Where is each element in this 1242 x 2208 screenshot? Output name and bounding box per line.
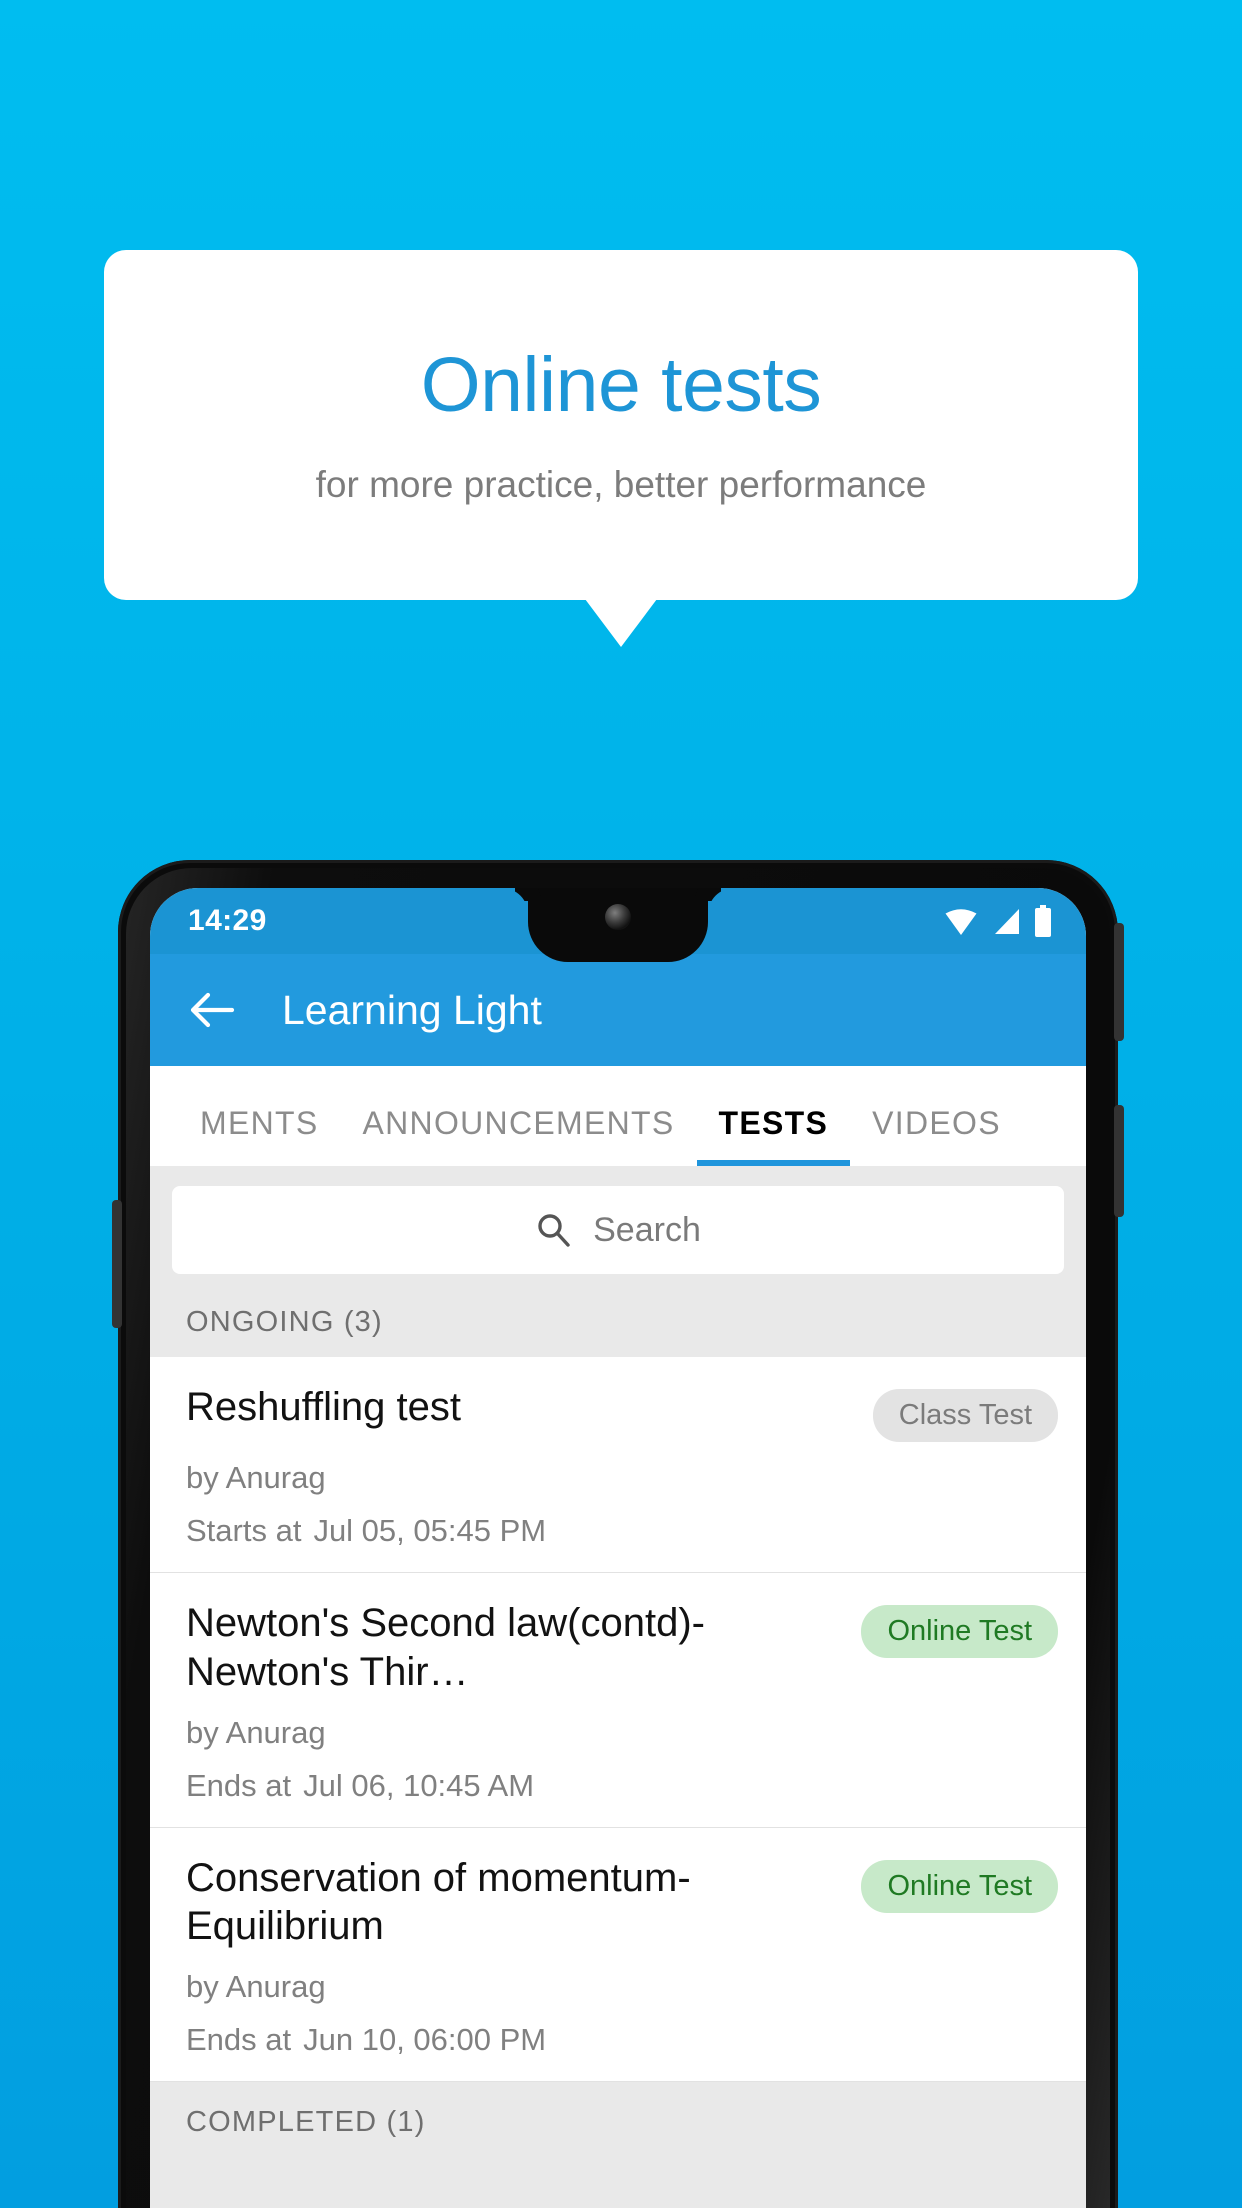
- battery-icon: [1035, 905, 1051, 937]
- tests-content: Search ONGOING (3) Reshuffling test Clas…: [150, 1166, 1086, 2208]
- front-camera-icon: [605, 904, 631, 930]
- test-author: by Anurag: [186, 1460, 326, 1495]
- search-icon: [538, 1214, 570, 1247]
- search-input[interactable]: Search: [172, 1186, 1064, 1274]
- phone-mockup: 14:29 Learning Light MENTS ANNOUNCEMENTS…: [112, 860, 1124, 2208]
- test-list-item[interactable]: Reshuffling test Class Test by Anurag St…: [150, 1357, 1086, 1573]
- wifi-icon: [945, 909, 977, 935]
- status-badge: Class Test: [872, 1389, 1058, 1442]
- promo-callout-card: Online tests for more practice, better p…: [104, 250, 1138, 600]
- promo-title: Online tests: [420, 342, 822, 428]
- status-bar: 14:29: [150, 888, 1086, 962]
- promo-screenshot-root: Online tests for more practice, better p…: [0, 0, 1242, 2208]
- test-time: Ends at Jul 06, 10:45 AM: [186, 1770, 1058, 1801]
- tab-tests[interactable]: TESTS: [696, 1105, 851, 1166]
- test-title: Conservation of momentum-Equilibrium: [186, 1855, 691, 1949]
- callout-tail: [585, 599, 657, 647]
- power-button[interactable]: [1114, 1105, 1124, 1217]
- promo-subtitle: for more practice, better performance: [315, 464, 927, 505]
- test-time-value: Jul 06, 10:45 AM: [303, 1767, 535, 1803]
- test-time-value: Jun 10, 06:00 PM: [303, 2022, 547, 2058]
- test-time: Starts at Jul 05, 05:45 PM: [186, 1515, 1058, 1546]
- test-row: Newton's Second law(contd)-Newton's Thir…: [186, 1599, 1058, 1697]
- search-area: Search: [150, 1166, 1086, 1296]
- signal-icon: [995, 909, 1019, 934]
- test-author: by Anurag: [186, 1969, 326, 2005]
- tab-announcements[interactable]: ANNOUNCEMENTS: [341, 1105, 697, 1166]
- test-title: Newton's Second law(contd)-Newton's Thir…: [186, 1601, 705, 1694]
- page-title: Learning Light: [282, 986, 542, 1033]
- status-time: 14:29: [188, 904, 267, 937]
- test-time-value: Jul 05, 05:45 PM: [313, 1513, 547, 1548]
- assistant-button[interactable]: [112, 1200, 122, 1328]
- test-row: Conservation of momentum-Equilibrium Onl…: [186, 1854, 1058, 1952]
- status-badge: Online Test: [861, 1605, 1058, 1658]
- test-time-label: Starts at: [186, 1513, 302, 1548]
- test-time-label: Ends at: [186, 2022, 292, 2058]
- test-time: Ends at Jun 10, 06:00 PM: [186, 2024, 1058, 2055]
- tab-ments[interactable]: MENTS: [178, 1105, 341, 1166]
- back-arrow-icon[interactable]: [186, 984, 238, 1036]
- status-badge: Online Test: [861, 1859, 1058, 1913]
- test-row: Reshuffling test Class Test: [186, 1383, 1058, 1442]
- phone-notch: [528, 888, 708, 962]
- app-bar: Learning Light: [150, 954, 1086, 1066]
- tab-bar: MENTS ANNOUNCEMENTS TESTS VIDEOS: [150, 1066, 1086, 1166]
- test-list-item[interactable]: Newton's Second law(contd)-Newton's Thir…: [150, 1573, 1086, 1828]
- volume-button[interactable]: [1114, 923, 1124, 1041]
- search-placeholder: Search: [593, 1211, 701, 1249]
- section-header-completed: COMPLETED (1): [150, 2082, 1086, 2138]
- status-icons: [944, 905, 1052, 937]
- test-list-item[interactable]: Conservation of momentum-Equilibrium Onl…: [150, 1827, 1086, 2083]
- tab-videos[interactable]: VIDEOS: [850, 1105, 1023, 1166]
- test-time-label: Ends at: [186, 1767, 292, 1803]
- phone-screen: 14:29 Learning Light MENTS ANNOUNCEMENTS…: [150, 888, 1086, 2208]
- section-header-ongoing: ONGOING (3): [150, 1296, 1086, 1357]
- test-author: by Anurag: [186, 1714, 326, 1750]
- test-title: Reshuffling test: [186, 1385, 461, 1429]
